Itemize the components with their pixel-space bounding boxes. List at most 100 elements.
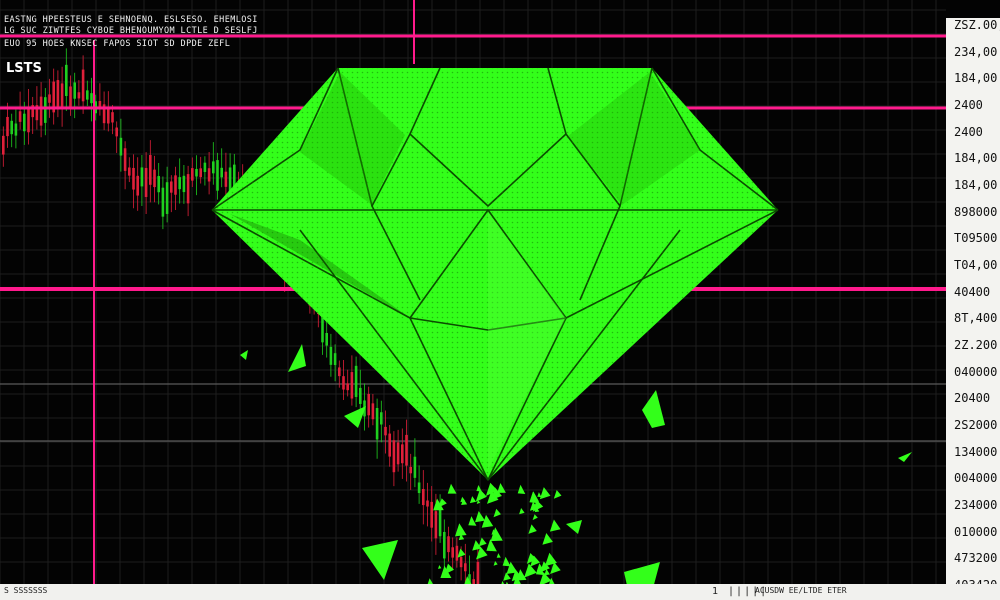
- shard: [642, 390, 665, 428]
- price-tick-label: T09500: [954, 231, 998, 246]
- candle-body: [464, 563, 467, 572]
- price-tick-label: 010000: [954, 524, 998, 539]
- price-tick-label: 473200: [954, 551, 998, 566]
- shard: [542, 533, 553, 545]
- chart-label: LSTS: [6, 61, 42, 76]
- shard: [362, 540, 398, 580]
- shard: [288, 344, 306, 372]
- candle-body: [136, 175, 139, 196]
- candle-body: [182, 175, 186, 193]
- price-tick-label: 898000: [954, 204, 998, 219]
- price-tick-label: 184,00: [954, 151, 998, 166]
- candle-body: [224, 171, 228, 187]
- candle-body: [371, 403, 375, 420]
- candle-body: [476, 561, 480, 585]
- candle-body: [115, 127, 118, 137]
- candle-body: [23, 113, 26, 132]
- candle-body: [354, 365, 358, 397]
- candle-body: [56, 80, 60, 108]
- price-tick-label: 234000: [954, 498, 998, 512]
- candle-body: [220, 167, 223, 178]
- candle-body: [413, 456, 417, 478]
- candle-body: [375, 408, 379, 440]
- candle-body: [140, 167, 144, 187]
- shard: [532, 514, 538, 521]
- candle-body: [409, 466, 412, 474]
- price-tick-label: 2S2000: [954, 418, 998, 432]
- candle-body: [161, 187, 165, 217]
- candle-body: [380, 412, 383, 425]
- candle-body: [157, 176, 160, 193]
- candle-body: [212, 161, 215, 174]
- candle-body: [65, 64, 68, 97]
- candle-body: [2, 135, 5, 155]
- header-line-3: EUO 95 HOES KNSEC FAPOS SIOT SD DPDE ZEF…: [4, 39, 231, 49]
- shard: [481, 514, 494, 528]
- shard: [537, 492, 542, 498]
- shard: [539, 487, 551, 500]
- candle-body: [455, 545, 459, 561]
- shard: [519, 508, 525, 515]
- artwork-svg: [0, 0, 946, 600]
- candle-body: [350, 372, 354, 399]
- shard: [469, 496, 477, 504]
- candle-body: [392, 440, 396, 473]
- price-tick-label: 184,00: [954, 71, 998, 86]
- shard: [497, 483, 506, 493]
- candle-body: [346, 383, 349, 391]
- candle-body: [128, 167, 131, 176]
- shard: [553, 490, 562, 499]
- shard: [455, 523, 467, 537]
- candle-body: [132, 167, 135, 190]
- candle-body: [48, 94, 51, 103]
- candle-body: [123, 148, 127, 171]
- candle-body: [165, 182, 169, 214]
- price-tick-label: T04,00: [954, 258, 998, 272]
- candle-body: [10, 120, 13, 135]
- shard: [524, 563, 537, 578]
- price-tick-label: 40400: [954, 284, 991, 299]
- candle-body: [359, 387, 362, 404]
- candle-body: [6, 116, 9, 137]
- price-tick-label: 2400: [954, 98, 983, 112]
- candle-body: [191, 168, 194, 181]
- shard: [898, 452, 912, 462]
- candle-body: [430, 501, 433, 528]
- footer-left-text: S SSSSSSS: [4, 586, 48, 595]
- footer-bar: S SSSSSSS 1 ||||| ACUSDW EE/LTDE ETER: [0, 584, 1000, 600]
- price-tick-label: 2Z.200: [954, 338, 998, 352]
- candle-body: [170, 181, 173, 193]
- candle-body: [388, 433, 391, 457]
- candle-body: [195, 168, 198, 177]
- shard: [240, 350, 248, 360]
- candle-body: [417, 482, 421, 494]
- candle-body: [199, 168, 202, 178]
- price-tick-label: 234,00: [954, 44, 998, 59]
- candle-body: [207, 168, 211, 182]
- candle-body: [86, 90, 89, 100]
- candle-body: [111, 112, 114, 123]
- candle-body: [367, 393, 370, 416]
- candle-body: [144, 167, 148, 197]
- candle-body: [459, 556, 463, 568]
- shard: [475, 489, 487, 502]
- candle-body: [73, 82, 76, 99]
- candle-body: [18, 111, 22, 122]
- candle-body: [149, 155, 152, 185]
- candle-body: [107, 108, 110, 124]
- candle-body: [14, 123, 18, 136]
- candle-body: [329, 346, 333, 365]
- candle-body: [216, 160, 219, 191]
- candle-body: [443, 531, 446, 559]
- candle-body: [69, 86, 72, 107]
- candle-body: [77, 92, 81, 99]
- candle-body: [333, 353, 337, 366]
- candle-body: [186, 174, 190, 204]
- candle-body: [203, 162, 207, 172]
- shard: [496, 553, 501, 558]
- shard: [447, 483, 457, 494]
- candle-body: [384, 426, 387, 436]
- candle-body: [81, 69, 85, 102]
- price-tick-label: 134000: [954, 444, 998, 459]
- footer-right-text: ACUSDW EE/LTDE ETER: [755, 586, 847, 595]
